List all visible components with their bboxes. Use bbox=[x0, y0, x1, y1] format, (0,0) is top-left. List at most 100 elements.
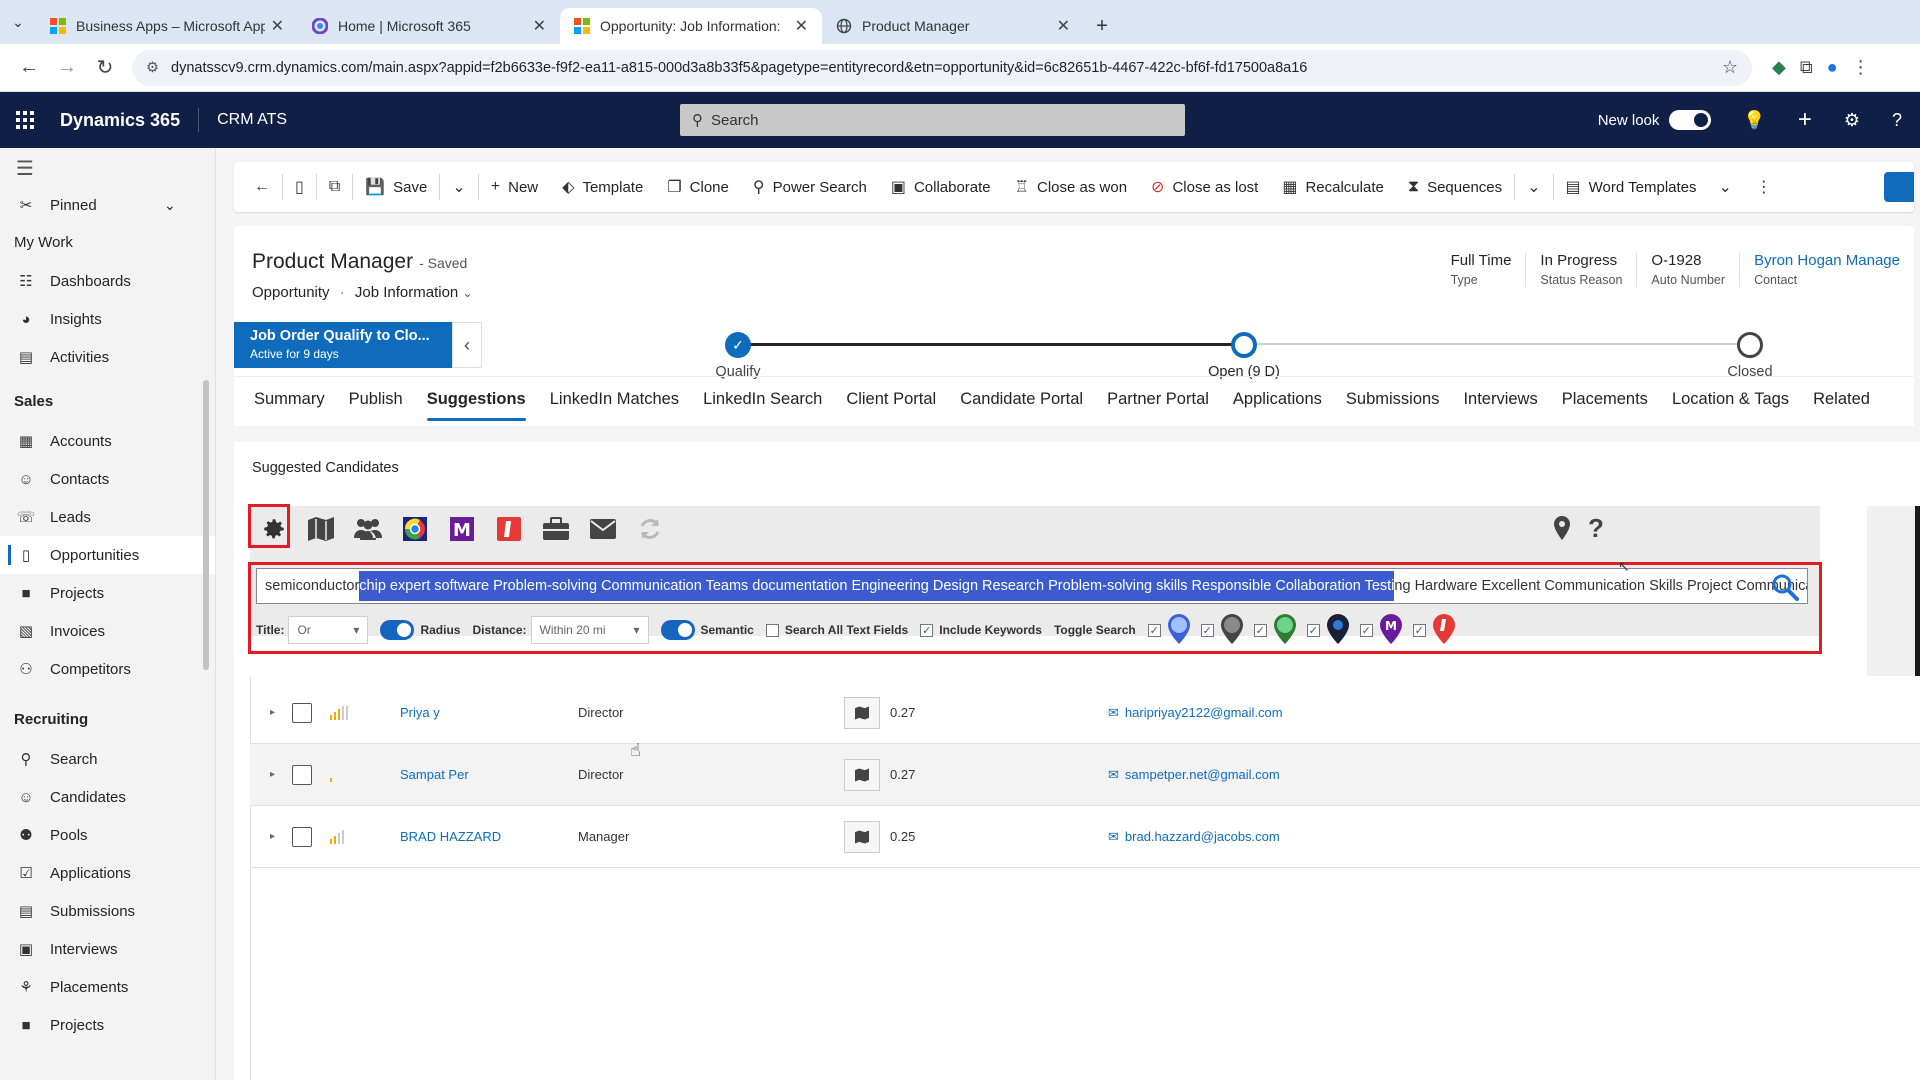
tab-partner-portal[interactable]: Partner Portal bbox=[1095, 377, 1221, 423]
tab-linkedin-matches[interactable]: LinkedIn Matches bbox=[538, 377, 691, 423]
row-checkbox[interactable] bbox=[292, 702, 312, 723]
sequences-button[interactable]: ⧗ Sequences bbox=[1396, 162, 1514, 212]
forward-arrow-icon[interactable]: → bbox=[48, 49, 86, 87]
close-as-won-button[interactable]: ♖ Close as won bbox=[1003, 162, 1139, 212]
map-icon[interactable] bbox=[844, 758, 880, 791]
close-icon[interactable]: ✕ bbox=[271, 16, 284, 36]
tab-search-menu-icon[interactable]: ⌄ bbox=[0, 0, 36, 44]
table-row[interactable]: ▸ Sampat Per Director 0.27 ✉ sampetper.ne… bbox=[250, 744, 1920, 806]
toggle-switch[interactable] bbox=[1669, 110, 1712, 130]
nav-item-pools[interactable]: ⚉ Pools bbox=[0, 816, 215, 854]
app-name[interactable]: CRM ATS bbox=[199, 111, 287, 129]
nav-scrollbar[interactable] bbox=[203, 380, 209, 670]
envelope-icon[interactable] bbox=[585, 511, 621, 547]
nav-item-projects-recruiting[interactable]: ■ Projects bbox=[0, 1006, 215, 1044]
candidate-email-link[interactable]: ✉ brad.hazzard@jacobs.com bbox=[1108, 829, 1280, 845]
browser-tab-business-apps[interactable]: Business Apps – Microsoft App ✕ bbox=[36, 8, 298, 44]
app-launcher-waffle-icon[interactable] bbox=[0, 92, 50, 148]
stage-active-node[interactable] bbox=[1231, 332, 1257, 358]
collaborate-button[interactable]: ▣ Collaborate bbox=[879, 162, 1003, 212]
browser-tab-m365-home[interactable]: Home | Microsoft 365 ✕ bbox=[298, 8, 560, 44]
tab-linkedin-search[interactable]: LinkedIn Search bbox=[691, 377, 834, 423]
contact-link[interactable]: Byron Hogan Manage bbox=[1754, 252, 1900, 269]
tab-summary[interactable]: Summary bbox=[242, 377, 337, 423]
site-info-icon[interactable]: ⚙ bbox=[146, 60, 159, 76]
stage-future-node[interactable] bbox=[1737, 332, 1763, 358]
stage-complete-check-icon[interactable]: ✓ bbox=[725, 332, 751, 358]
candidate-name-link[interactable]: Sampat Per bbox=[400, 767, 469, 782]
plus-icon[interactable]: + bbox=[1798, 106, 1812, 134]
back-arrow-icon[interactable]: ← bbox=[10, 49, 48, 87]
nav-item-accounts[interactable]: ▦ Accounts bbox=[0, 422, 215, 460]
table-row[interactable]: ▸ Priya y Director 0.27 ✉ haripriyay2122@… bbox=[250, 682, 1920, 744]
save-button[interactable]: 💾 Save bbox=[353, 162, 439, 212]
new-button[interactable]: + New bbox=[479, 162, 550, 212]
global-search-input[interactable]: ⚲ Search bbox=[680, 104, 1185, 136]
row-checkbox[interactable] bbox=[292, 764, 312, 785]
candidate-name-link[interactable]: BRAD HAZZARD bbox=[400, 829, 501, 844]
help-question-icon[interactable]: ? bbox=[1578, 510, 1614, 546]
table-row[interactable]: ▸ BRAD HAZZARD Manager 0.25 ✉ brad.hazzar… bbox=[250, 806, 1920, 868]
bpf-collapse-chevron-left-icon[interactable]: ‹ bbox=[452, 322, 482, 368]
candidate-name-link[interactable]: Priya y bbox=[400, 705, 440, 720]
nav-item-applications[interactable]: ☑ Applications bbox=[0, 854, 215, 892]
template-button[interactable]: ⬖ Template bbox=[550, 162, 655, 212]
nav-item-leads[interactable]: ☏ Leads bbox=[0, 498, 215, 536]
close-icon[interactable]: ✕ bbox=[795, 16, 808, 36]
close-icon[interactable]: ✕ bbox=[533, 16, 546, 36]
nav-item-contacts[interactable]: ☺ Contacts bbox=[0, 460, 215, 498]
lightbulb-icon[interactable]: 💡 bbox=[1743, 110, 1765, 131]
nav-item-invoices[interactable]: ▧ Invoices bbox=[0, 612, 215, 650]
tab-location-tags[interactable]: Location & Tags bbox=[1660, 377, 1801, 423]
new-look-toggle[interactable]: New look bbox=[1598, 110, 1712, 130]
tab-placements[interactable]: Placements bbox=[1550, 377, 1660, 423]
form-selector[interactable]: Job Information bbox=[355, 284, 458, 301]
help-icon[interactable]: ? bbox=[1892, 110, 1902, 131]
back-button[interactable]: ← bbox=[242, 162, 282, 212]
nav-item-placements[interactable]: ⚘ Placements bbox=[0, 968, 215, 1006]
new-tab-plus-icon[interactable]: + bbox=[1084, 8, 1120, 44]
map-icon[interactable] bbox=[844, 820, 880, 853]
row-checkbox[interactable] bbox=[292, 826, 312, 847]
profile-avatar-icon[interactable]: ● bbox=[1827, 57, 1838, 78]
monster-icon[interactable]: M bbox=[444, 511, 480, 547]
word-templates-button[interactable]: ▤ Word Templates ⌄ bbox=[1554, 162, 1744, 212]
candidate-email-link[interactable]: ✉ haripriyay2122@gmail.com bbox=[1108, 705, 1283, 721]
browser-tab-opportunity[interactable]: Opportunity: Job Information: ✕ bbox=[560, 8, 822, 44]
sequences-dropdown-button[interactable]: ⌄ bbox=[1515, 162, 1552, 212]
bpf-active-process[interactable]: Job Order Qualify to Clo... Active for 9… bbox=[234, 322, 452, 368]
nav-item-opportunities[interactable]: ▯ Opportunities bbox=[0, 536, 215, 574]
nav-item-submissions[interactable]: ▤ Submissions bbox=[0, 892, 215, 930]
close-icon[interactable]: ✕ bbox=[1057, 16, 1070, 36]
settings-gear-icon[interactable]: ⚙ bbox=[1844, 110, 1860, 131]
chevron-down-icon[interactable]: ⌄ bbox=[462, 286, 472, 300]
nav-item-projects[interactable]: ■ Projects bbox=[0, 574, 215, 612]
expand-chevron-icon[interactable]: ▸ bbox=[270, 769, 275, 780]
recalculate-button[interactable]: ▦ Recalculate bbox=[1270, 162, 1396, 212]
nav-item-dashboards[interactable]: ☷ Dashboards bbox=[0, 262, 215, 300]
group-people-icon[interactable] bbox=[350, 511, 386, 547]
map-icon[interactable] bbox=[303, 511, 339, 547]
tab-applications[interactable]: Applications bbox=[1221, 377, 1334, 423]
tab-submissions[interactable]: Submissions bbox=[1334, 377, 1452, 423]
tab-related[interactable]: Related bbox=[1801, 377, 1882, 423]
power-search-button[interactable]: ⚲ Power Search bbox=[741, 162, 879, 212]
nav-item-search[interactable]: ⚲ Search bbox=[0, 740, 215, 778]
share-button[interactable] bbox=[1884, 172, 1914, 202]
expand-chevron-icon[interactable]: ▸ bbox=[270, 707, 275, 718]
clone-button[interactable]: ❐ Clone bbox=[655, 162, 741, 212]
nav-item-insights[interactable]: ◕ Insights bbox=[0, 300, 215, 338]
tab-suggestions[interactable]: Suggestions bbox=[415, 377, 538, 423]
url-field[interactable]: ⚙ dynatsscv9.crm.dynamics.com/main.aspx?… bbox=[132, 49, 1752, 86]
extensions-puzzle-icon[interactable]: ⧉ bbox=[1800, 57, 1813, 78]
tab-candidate-portal[interactable]: Candidate Portal bbox=[948, 377, 1095, 423]
candidate-email-link[interactable]: ✉ sampetper.net@gmail.com bbox=[1108, 767, 1280, 783]
map-icon[interactable] bbox=[844, 696, 880, 729]
hamburger-menu-icon[interactable]: ☰ bbox=[0, 148, 215, 188]
dice-icon[interactable] bbox=[491, 511, 527, 547]
nav-item-activities[interactable]: ▤ Activities bbox=[0, 338, 215, 376]
nav-item-competitors[interactable]: ⚇ Competitors bbox=[0, 650, 215, 688]
chevron-down-icon[interactable]: ⌄ bbox=[164, 197, 176, 214]
refresh-icon[interactable] bbox=[632, 511, 668, 547]
more-commands-button[interactable]: ⋮ bbox=[1744, 162, 1784, 212]
